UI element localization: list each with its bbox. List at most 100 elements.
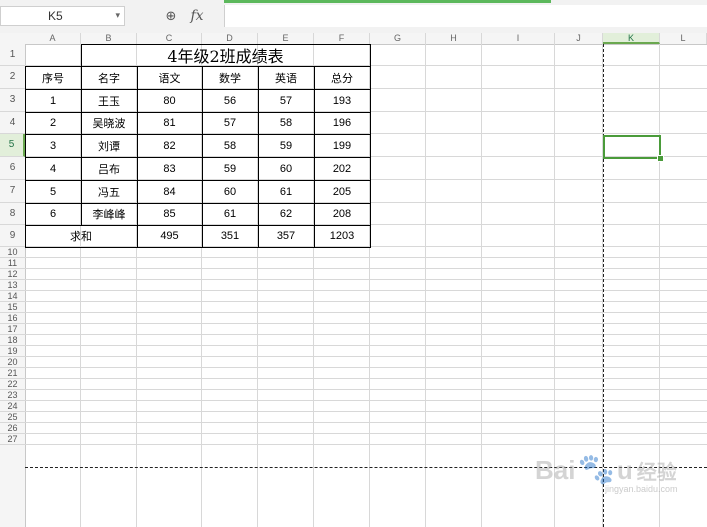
table-cell[interactable]: 57: [258, 89, 314, 112]
table-cell[interactable]: 60: [202, 180, 258, 203]
row-header-11[interactable]: 11: [0, 258, 25, 269]
column-header-b[interactable]: B: [81, 33, 137, 44]
row-header-23[interactable]: 23: [0, 390, 25, 401]
name-box[interactable]: K5 ▾: [0, 6, 125, 26]
row-header-4[interactable]: 4: [0, 112, 25, 134]
grid-row-line: [25, 444, 707, 445]
grid-row-line: [25, 279, 707, 280]
column-header-j[interactable]: J: [555, 33, 603, 44]
row-header-25[interactable]: 25: [0, 412, 25, 423]
formula-input[interactable]: [224, 5, 707, 27]
row-header-19[interactable]: 19: [0, 346, 25, 357]
row-header-13[interactable]: 13: [0, 280, 25, 291]
table-cell[interactable]: 冯五: [81, 180, 137, 203]
table-cell[interactable]: 208: [314, 203, 370, 225]
table-cell[interactable]: 57: [202, 112, 258, 134]
grid-row-line: [25, 422, 707, 423]
table-cell[interactable]: 193: [314, 89, 370, 112]
row-header-3[interactable]: 3: [0, 89, 25, 112]
row-header-9[interactable]: 9: [0, 225, 25, 247]
table-cell[interactable]: 61: [258, 180, 314, 203]
table-cell[interactable]: 81: [137, 112, 202, 134]
sum-cell[interactable]: 495: [137, 225, 202, 247]
table-cell[interactable]: 202: [314, 157, 370, 180]
column-header-g[interactable]: G: [370, 33, 426, 44]
header-cell[interactable]: 英语: [258, 66, 314, 89]
table-cell[interactable]: 82: [137, 134, 202, 157]
table-cell[interactable]: 62: [258, 203, 314, 225]
table-cell[interactable]: 196: [314, 112, 370, 134]
table-cell[interactable]: 80: [137, 89, 202, 112]
table-title[interactable]: 4年级2班成绩表: [81, 44, 370, 66]
row-header-1[interactable]: 1: [0, 44, 25, 66]
row-header-7[interactable]: 7: [0, 180, 25, 203]
table-cell[interactable]: 205: [314, 180, 370, 203]
table-cell[interactable]: 李峰峰: [81, 203, 137, 225]
table-cell[interactable]: 吕布: [81, 157, 137, 180]
table-cell[interactable]: 2: [25, 112, 81, 134]
column-header-a[interactable]: A: [25, 33, 81, 44]
row-header-bar: 1 2 3 4 5 6 7 8 9 10 11 12 13 14 15 16 17 18 19 20 21 22 23 24 2…: [0, 44, 26, 527]
table-cell[interactable]: 199: [314, 134, 370, 157]
row-header-22[interactable]: 22: [0, 379, 25, 390]
table-cell[interactable]: 61: [202, 203, 258, 225]
table-cell[interactable]: 5: [25, 180, 81, 203]
table-cell[interactable]: 85: [137, 203, 202, 225]
header-cell[interactable]: 数学: [202, 66, 258, 89]
table-cell[interactable]: 刘谭: [81, 134, 137, 157]
column-header-k[interactable]: K: [603, 33, 660, 44]
zoom-icon[interactable]: ⊕: [160, 6, 182, 26]
column-header-f[interactable]: F: [314, 33, 370, 44]
sum-cell[interactable]: 351: [202, 225, 258, 247]
row-header-27[interactable]: 27: [0, 434, 25, 445]
sum-cell[interactable]: 357: [258, 225, 314, 247]
table-cell[interactable]: 83: [137, 157, 202, 180]
grid-row-line: [25, 411, 707, 412]
row-header-18[interactable]: 18: [0, 335, 25, 346]
table-cell[interactable]: 王玉: [81, 89, 137, 112]
row-header-14[interactable]: 14: [0, 291, 25, 302]
table-border: [25, 180, 371, 181]
table-cell[interactable]: 60: [258, 157, 314, 180]
table-cell[interactable]: 6: [25, 203, 81, 225]
name-box-dropdown-icon[interactable]: ▾: [115, 6, 120, 24]
row-header-5[interactable]: 5: [0, 134, 25, 157]
selected-cell[interactable]: [603, 135, 661, 159]
grid-row-line: [25, 400, 707, 401]
row-header-26[interactable]: 26: [0, 423, 25, 434]
table-cell[interactable]: 56: [202, 89, 258, 112]
table-cell[interactable]: 84: [137, 180, 202, 203]
table-cell[interactable]: 58: [258, 112, 314, 134]
row-header-10[interactable]: 10: [0, 247, 25, 258]
row-header-17[interactable]: 17: [0, 324, 25, 335]
table-cell[interactable]: 4: [25, 157, 81, 180]
table-cell[interactable]: 吴晓波: [81, 112, 137, 134]
table-cell[interactable]: 3: [25, 134, 81, 157]
fill-handle[interactable]: [657, 155, 664, 162]
row-header-16[interactable]: 16: [0, 313, 25, 324]
insert-function-icon[interactable]: fx: [186, 6, 208, 26]
header-cell[interactable]: 序号: [25, 66, 81, 89]
table-cell[interactable]: 1: [25, 89, 81, 112]
watermark-cn: 经验: [636, 462, 677, 484]
row-header-12[interactable]: 12: [0, 269, 25, 280]
header-cell[interactable]: 名字: [81, 66, 137, 89]
table-cell[interactable]: 59: [202, 157, 258, 180]
grid-column-line: [481, 44, 482, 527]
table-cell[interactable]: 59: [258, 134, 314, 157]
header-cell[interactable]: 语文: [137, 66, 202, 89]
row-header-21[interactable]: 21: [0, 368, 25, 379]
row-header-24[interactable]: 24: [0, 401, 25, 412]
table-cell[interactable]: 58: [202, 134, 258, 157]
column-header-i[interactable]: I: [482, 33, 555, 44]
sum-cell[interactable]: 1203: [314, 225, 370, 247]
row-header-2[interactable]: 2: [0, 66, 25, 89]
header-cell[interactable]: 总分: [314, 66, 370, 89]
column-header-h[interactable]: H: [426, 33, 482, 44]
row-header-20[interactable]: 20: [0, 357, 25, 368]
sum-label-cell[interactable]: 求和: [25, 225, 137, 247]
row-header-8[interactable]: 8: [0, 203, 25, 225]
column-header-l[interactable]: L: [660, 33, 707, 44]
row-header-6[interactable]: 6: [0, 157, 25, 180]
row-header-15[interactable]: 15: [0, 302, 25, 313]
